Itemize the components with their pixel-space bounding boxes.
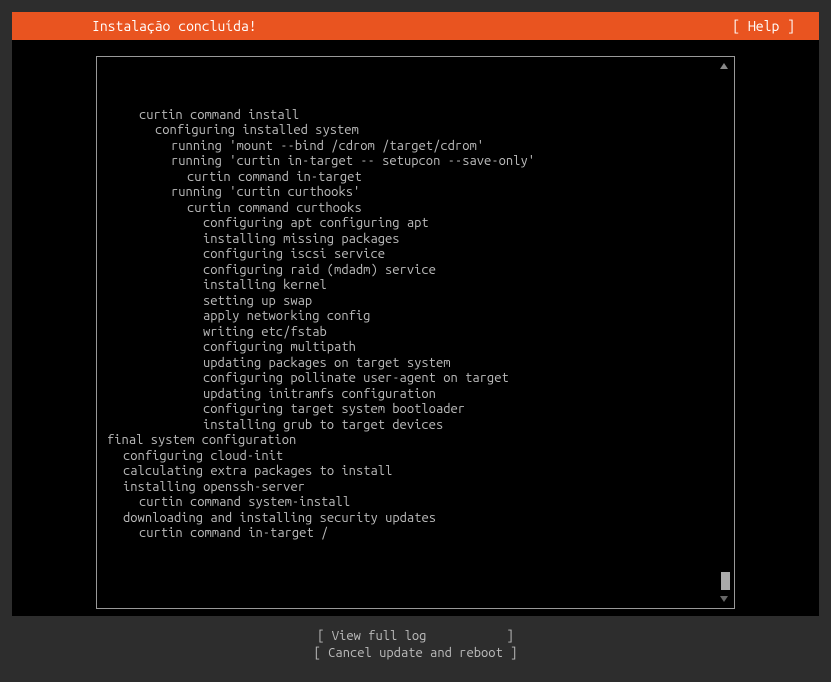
- cancel-update-reboot-button[interactable]: [ Cancel update and reboot ]: [314, 646, 518, 662]
- installer-window: Instalação concluída! [ Help ] curtin co…: [0, 0, 831, 628]
- log-line: configuring iscsi service: [107, 247, 724, 263]
- page-title: Instalação concluída!: [28, 18, 257, 34]
- log-line: calculating extra packages to install: [107, 464, 724, 480]
- log-line: curtin command in-target /: [107, 526, 724, 542]
- log-line: configuring cloud-init: [107, 449, 724, 465]
- help-button[interactable]: [ Help ]: [732, 18, 803, 34]
- log-line: setting up swap: [107, 294, 724, 310]
- log-line: installing openssh-server: [107, 480, 724, 496]
- log-line: configuring multipath: [107, 340, 724, 356]
- header-bar: Instalação concluída! [ Help ]: [12, 12, 819, 40]
- log-line: configuring raid (mdadm) service: [107, 263, 724, 279]
- footer-buttons: [ View full log ] [ Cancel update and re…: [96, 609, 735, 682]
- log-line: updating packages on target system: [107, 356, 724, 372]
- log-line: updating initramfs configuration: [107, 387, 724, 403]
- log-line: curtin command curthooks: [107, 201, 724, 217]
- log-line: running 'mount --bind /cdrom /target/cdr…: [107, 139, 724, 155]
- log-line: configuring pollinate user-agent on targ…: [107, 371, 724, 387]
- log-line: curtin command system-install: [107, 495, 724, 511]
- scroll-up-arrow-icon[interactable]: [720, 63, 728, 69]
- log-line: configuring apt configuring apt: [107, 216, 724, 232]
- log-line: final system configuration: [107, 433, 724, 449]
- log-line: installing kernel: [107, 278, 724, 294]
- log-line: running 'curtin in-target -- setupcon --…: [107, 154, 724, 170]
- installer-inner: Instalação concluída! [ Help ] curtin co…: [12, 12, 819, 616]
- install-log: curtin command installconfiguring instal…: [96, 56, 735, 609]
- log-line: installing grub to target devices: [107, 418, 724, 434]
- log-line: configuring target system bootloader: [107, 402, 724, 418]
- scrollbar-thumb[interactable]: [721, 572, 730, 590]
- log-lines-container: curtin command installconfiguring instal…: [107, 108, 724, 542]
- log-line: writing etc/fstab: [107, 325, 724, 341]
- log-line: configuring installed system: [107, 123, 724, 139]
- scroll-down-arrow-icon[interactable]: [720, 596, 728, 602]
- log-line: curtin command in-target: [107, 170, 724, 186]
- content-area: curtin command installconfiguring instal…: [12, 40, 819, 682]
- log-line: installing missing packages: [107, 232, 724, 248]
- log-line: downloading and installing security upda…: [107, 511, 724, 527]
- log-line: apply networking config: [107, 309, 724, 325]
- log-line: running 'curtin curthooks': [107, 185, 724, 201]
- log-line: curtin command install: [107, 108, 724, 124]
- view-full-log-button[interactable]: [ View full log ]: [317, 629, 514, 645]
